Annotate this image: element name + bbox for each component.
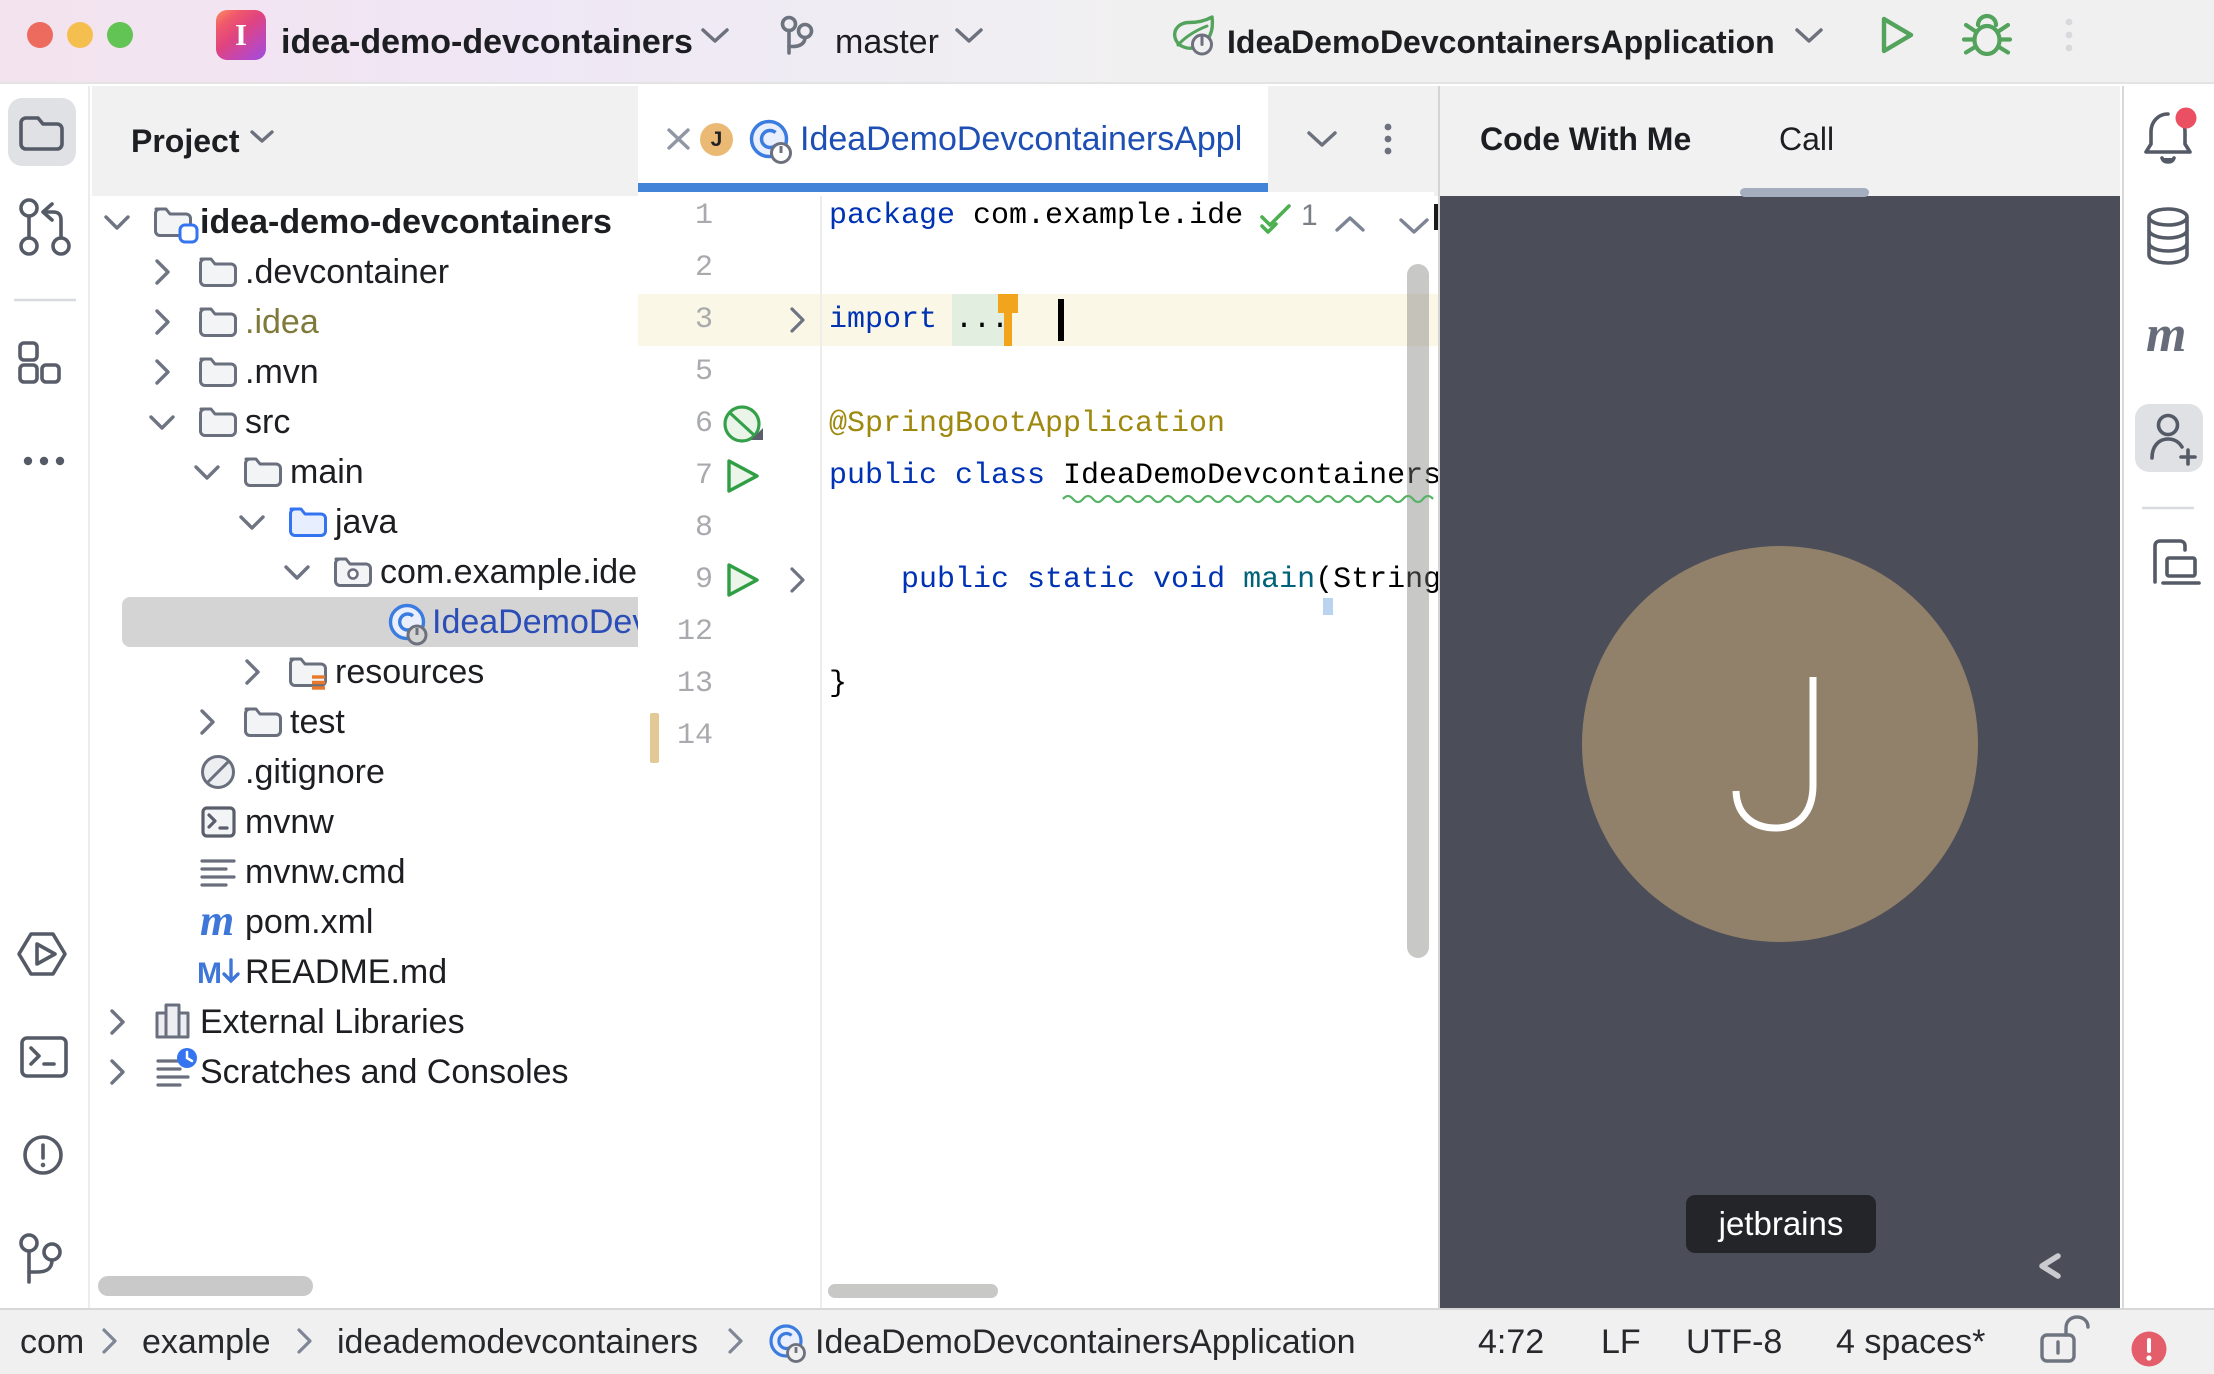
svg-text:m: m bbox=[2146, 306, 2186, 363]
svg-text:M: M bbox=[197, 957, 222, 990]
svg-text:m: m bbox=[200, 896, 234, 945]
